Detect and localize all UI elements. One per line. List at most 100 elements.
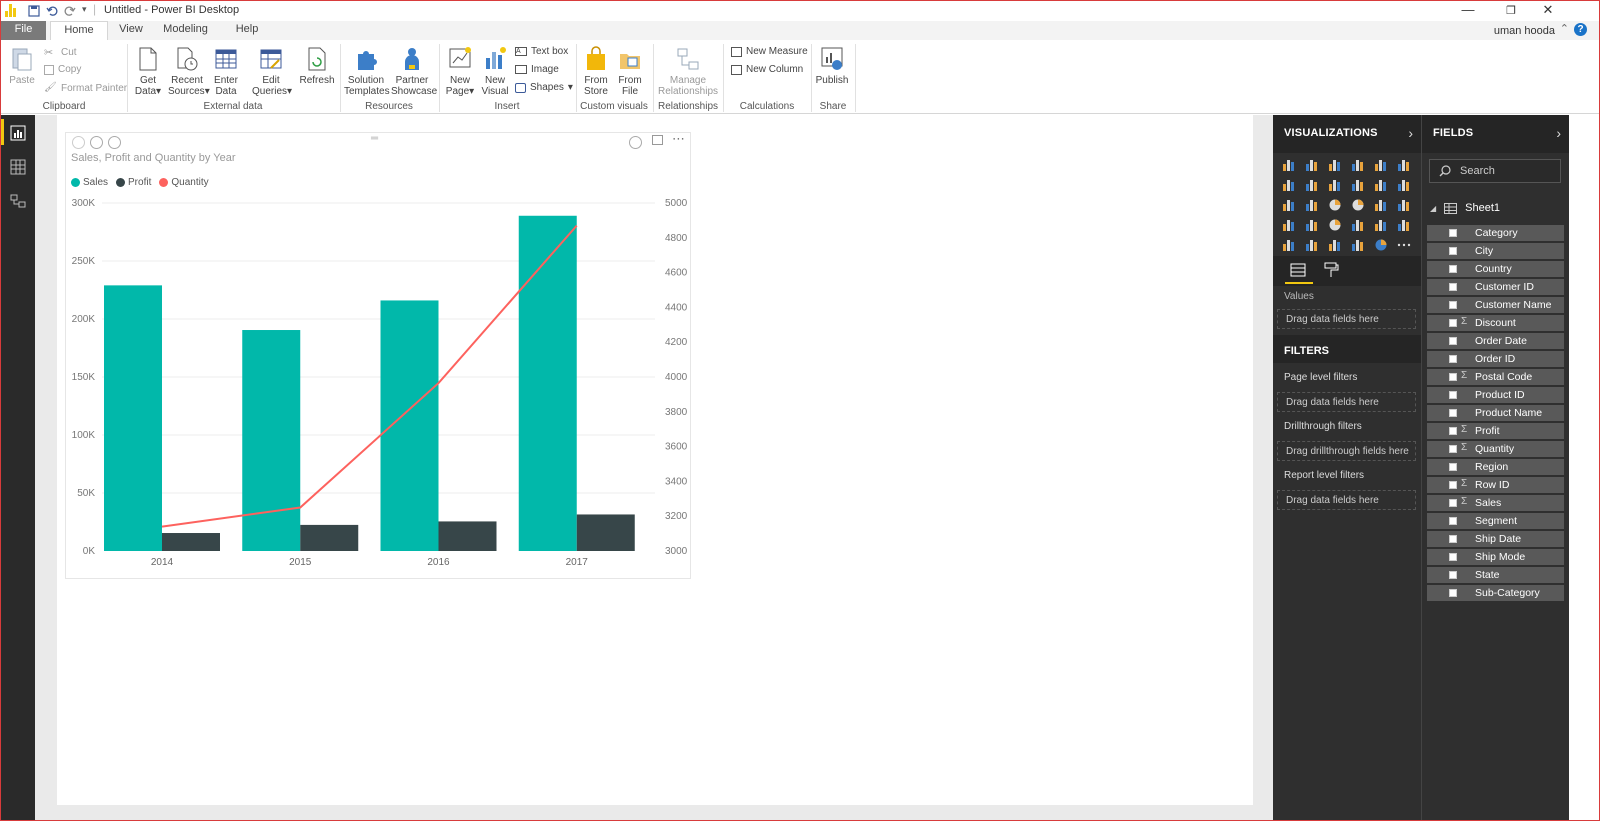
paste-button[interactable]: Paste	[7, 46, 37, 86]
field-checkbox[interactable]	[1449, 571, 1457, 579]
field-checkbox[interactable]	[1449, 427, 1457, 435]
canvas-scrollbar[interactable]	[1253, 115, 1273, 820]
more-visuals-icon[interactable]	[1397, 238, 1411, 251]
field-item[interactable]: City	[1427, 243, 1564, 259]
text-box-button[interactable]: A Text box	[515, 46, 568, 57]
refresh-button[interactable]: Refresh	[299, 46, 335, 86]
tab-view[interactable]: View	[113, 21, 149, 40]
field-item[interactable]: Region	[1427, 459, 1564, 475]
donut-icon[interactable]	[1351, 198, 1365, 211]
field-item[interactable]: Country	[1427, 261, 1564, 277]
matrix-icon[interactable]	[1328, 238, 1342, 251]
tab-home[interactable]: Home	[50, 21, 108, 40]
tab-file[interactable]: File	[1, 21, 46, 40]
stacked-column-icon[interactable]	[1305, 158, 1319, 171]
save-icon[interactable]	[28, 5, 40, 17]
globe-icon[interactable]	[1374, 238, 1388, 251]
slicer-icon[interactable]	[1282, 238, 1296, 251]
line-column-icon[interactable]	[1351, 178, 1365, 191]
field-item[interactable]: Customer ID	[1427, 279, 1564, 295]
clustered-bar-icon[interactable]	[1328, 158, 1342, 171]
stacked-area-icon[interactable]	[1328, 178, 1342, 191]
get-data-button[interactable]: Get Data▾	[133, 46, 163, 97]
help-icon[interactable]: ?	[1574, 23, 1587, 36]
field-item[interactable]: Product ID	[1427, 387, 1564, 403]
field-checkbox[interactable]	[1449, 229, 1457, 237]
field-item[interactable]: Order ID	[1427, 351, 1564, 367]
field-item[interactable]: Customer Name	[1427, 297, 1564, 313]
drillthrough-drop-zone[interactable]: Drag drillthrough fields here	[1277, 441, 1416, 461]
undo-icon[interactable]	[46, 5, 58, 17]
new-measure-button[interactable]: New Measure	[731, 46, 808, 57]
100-column-icon[interactable]	[1397, 158, 1411, 171]
field-checkbox[interactable]	[1449, 535, 1457, 543]
field-item[interactable]: Segment	[1427, 513, 1564, 529]
tab-help[interactable]: Help	[229, 21, 265, 40]
solution-templates-button[interactable]: Solution Templates	[344, 46, 390, 97]
r-visual-icon[interactable]	[1351, 238, 1365, 251]
fields-search-input[interactable]: Search	[1429, 159, 1561, 183]
field-checkbox[interactable]	[1449, 499, 1457, 507]
line-clustered-column-icon[interactable]	[1374, 178, 1388, 191]
new-column-button[interactable]: New Column	[731, 64, 803, 75]
area-chart-icon[interactable]	[1305, 178, 1319, 191]
collapse-ribbon-icon[interactable]: ⌃	[1560, 22, 1569, 35]
field-checkbox[interactable]	[1449, 247, 1457, 255]
field-item[interactable]: Sub-Category	[1427, 585, 1564, 601]
field-item[interactable]: Ship Mode	[1427, 549, 1564, 565]
field-item[interactable]: Σ Sales	[1427, 495, 1564, 511]
restore-icon[interactable]: ❐	[1499, 4, 1523, 17]
fields-tab-icon[interactable]	[1290, 262, 1306, 278]
field-checkbox[interactable]	[1449, 373, 1457, 381]
treemap-icon[interactable]	[1374, 198, 1388, 211]
redo-icon[interactable]	[64, 5, 76, 17]
field-checkbox[interactable]	[1449, 409, 1457, 417]
field-checkbox[interactable]	[1449, 391, 1457, 399]
field-checkbox[interactable]	[1449, 517, 1457, 525]
cut-button[interactable]: ✂ Cut	[44, 46, 77, 60]
field-checkbox[interactable]	[1449, 265, 1457, 273]
relationships-view-icon[interactable]	[10, 193, 26, 209]
field-item[interactable]: Ship Date	[1427, 531, 1564, 547]
waterfall-icon[interactable]	[1282, 198, 1296, 211]
publish-button[interactable]: Publish	[815, 46, 849, 86]
pie-icon[interactable]	[1328, 198, 1342, 211]
field-checkbox[interactable]	[1449, 481, 1457, 489]
enter-data-button[interactable]: Enter Data	[210, 46, 242, 97]
map-icon[interactable]	[1397, 198, 1411, 211]
ribbon-chart-icon[interactable]	[1397, 178, 1411, 191]
user-name[interactable]: uman hooda	[1494, 25, 1555, 37]
new-visual-button[interactable]: New Visual	[480, 46, 510, 97]
combo-chart-visual[interactable]: ═ ⋯ Sales, Profit and Quantity by Year S…	[65, 131, 691, 579]
new-page-button[interactable]: New Page▾	[445, 46, 475, 97]
manage-relationships-button[interactable]: Manage Relationships	[657, 46, 719, 97]
format-painter-button[interactable]: 🖌 Format Painter	[44, 82, 127, 94]
field-checkbox[interactable]	[1449, 283, 1457, 291]
partner-showcase-button[interactable]: Partner Showcase	[391, 46, 437, 97]
from-store-button[interactable]: From Store	[581, 46, 611, 97]
tab-modeling[interactable]: Modeling	[158, 21, 213, 40]
table-sheet1[interactable]: ◢ Sheet1	[1426, 200, 1566, 216]
field-checkbox[interactable]	[1449, 319, 1457, 327]
gauge-icon[interactable]	[1328, 218, 1342, 231]
line-chart-icon[interactable]	[1282, 178, 1296, 191]
collapse-fields-icon[interactable]: ›	[1556, 125, 1561, 141]
field-item[interactable]: Σ Row ID	[1427, 477, 1564, 493]
format-paint-roller-icon[interactable]	[1323, 262, 1339, 278]
quick-access-dropdown-icon[interactable]: ▾	[82, 4, 87, 15]
card-icon[interactable]	[1351, 218, 1365, 231]
funnel-icon[interactable]	[1305, 218, 1319, 231]
close-icon[interactable]: ✕	[1536, 2, 1560, 18]
copy-button[interactable]: Copy	[44, 64, 81, 75]
clustered-column-icon[interactable]	[1351, 158, 1365, 171]
shapes-button[interactable]: Shapes ▾	[515, 82, 573, 93]
field-item[interactable]: State	[1427, 567, 1564, 583]
table-visual-icon[interactable]	[1305, 238, 1319, 251]
field-checkbox[interactable]	[1449, 553, 1457, 561]
field-item[interactable]: Σ Quantity	[1427, 441, 1564, 457]
recent-sources-button[interactable]: Recent Sources▾	[168, 46, 210, 97]
field-checkbox[interactable]	[1449, 589, 1457, 597]
field-checkbox[interactable]	[1449, 445, 1457, 453]
scatter-icon[interactable]	[1305, 198, 1319, 211]
field-checkbox[interactable]	[1449, 301, 1457, 309]
